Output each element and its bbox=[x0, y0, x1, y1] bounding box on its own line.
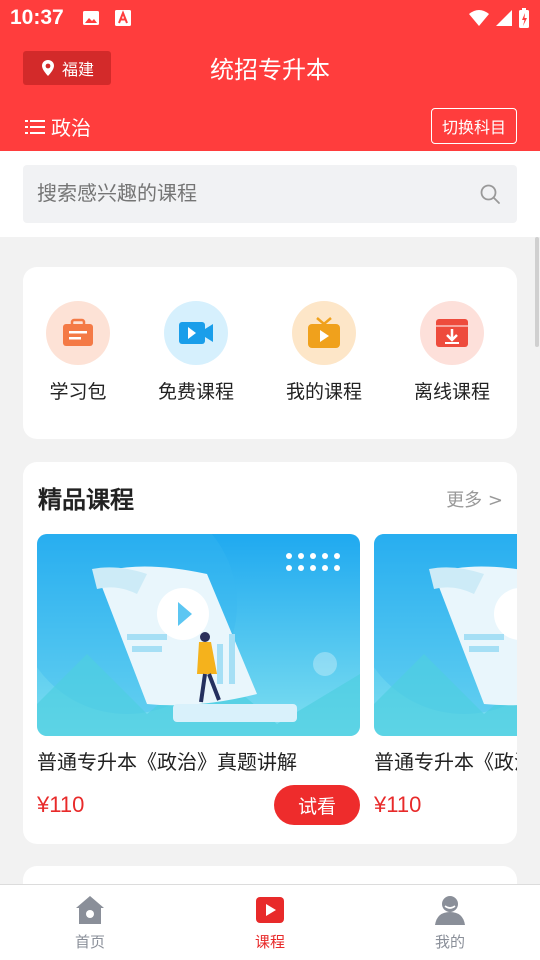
tv-play-icon bbox=[292, 301, 356, 365]
tab-home[interactable]: 首页 bbox=[30, 893, 150, 952]
profile-icon bbox=[435, 896, 465, 925]
premium-courses-section: 精品课程 更多 > 普通专升本《政治》真题讲解 ¥110 试看 普通专升本《政 … bbox=[23, 462, 517, 844]
tab-courses[interactable]: 课程 bbox=[210, 893, 330, 952]
status-time: 10:37 bbox=[10, 6, 64, 29]
course-price: ¥110 bbox=[37, 792, 85, 817]
search-bar[interactable] bbox=[23, 165, 517, 223]
subject-label: 政治 bbox=[51, 116, 91, 140]
quick-entry-free-courses[interactable]: 免费课程 bbox=[141, 301, 251, 404]
quick-entry-my-courses[interactable]: 我的课程 bbox=[269, 301, 379, 404]
font-icon bbox=[115, 10, 131, 26]
quick-entry-study-pack[interactable]: 学习包 bbox=[23, 301, 133, 404]
search-section bbox=[0, 151, 540, 237]
quick-entry-panel: 学习包 免费课程 我的课程 离线课程 bbox=[23, 267, 517, 439]
battery-icon bbox=[519, 8, 529, 28]
bottom-tab-bar: 首页 课程 我的 bbox=[0, 884, 540, 960]
tab-label: 首页 bbox=[74, 933, 105, 951]
quick-entry-offline-courses[interactable]: 离线课程 bbox=[397, 301, 507, 404]
course-title: 普通专升本《政治》真题讲解 bbox=[37, 750, 297, 774]
subject-menu[interactable]: 政治 bbox=[25, 112, 91, 141]
signal-icon bbox=[496, 10, 512, 26]
status-bar: 10:37 bbox=[0, 0, 540, 36]
app-header: 10:37 福建 统招专升本 政治 切换科目 bbox=[0, 0, 540, 151]
quick-entry-label: 免费课程 bbox=[157, 381, 234, 403]
course-illustration bbox=[37, 534, 360, 736]
page-title: 统招专升本 bbox=[210, 56, 330, 84]
course-card[interactable]: 普通专升本《政治》真题讲解 ¥110 bbox=[374, 534, 517, 817]
course-thumbnail bbox=[37, 534, 360, 736]
quick-entry-label: 学习包 bbox=[49, 381, 107, 403]
wifi-icon bbox=[469, 10, 489, 26]
gallery-icon bbox=[83, 11, 99, 25]
status-indicators bbox=[468, 7, 530, 29]
course-thumbnail bbox=[374, 534, 517, 736]
course-price: ¥110 bbox=[374, 792, 422, 817]
tab-profile[interactable]: 我的 bbox=[390, 893, 510, 952]
tab-label: 我的 bbox=[434, 933, 465, 951]
more-link[interactable]: 更多 > bbox=[446, 486, 503, 512]
quick-entry-label: 我的课程 bbox=[285, 381, 362, 403]
trial-button[interactable]: 试看 bbox=[274, 785, 360, 825]
search-input[interactable] bbox=[37, 181, 457, 205]
search-icon[interactable] bbox=[479, 183, 501, 205]
course-card[interactable]: 普通专升本《政治》真题讲解 ¥110 试看 bbox=[37, 534, 360, 825]
course-illustration bbox=[374, 534, 517, 736]
section-title: 精品课程 bbox=[38, 486, 134, 514]
tab-label: 课程 bbox=[254, 933, 285, 951]
download-icon bbox=[420, 301, 484, 365]
switch-subject-button[interactable]: 切换科目 bbox=[431, 108, 517, 144]
home-icon bbox=[76, 896, 104, 924]
list-menu-icon bbox=[25, 119, 45, 134]
scrollbar[interactable] bbox=[535, 237, 539, 347]
course-title: 普通专升本《政治》真题讲解 bbox=[374, 750, 517, 774]
video-camera-icon bbox=[164, 301, 228, 365]
quick-entry-label: 离线课程 bbox=[413, 381, 490, 403]
study-pack-icon bbox=[46, 301, 110, 365]
course-play-icon bbox=[256, 897, 284, 923]
